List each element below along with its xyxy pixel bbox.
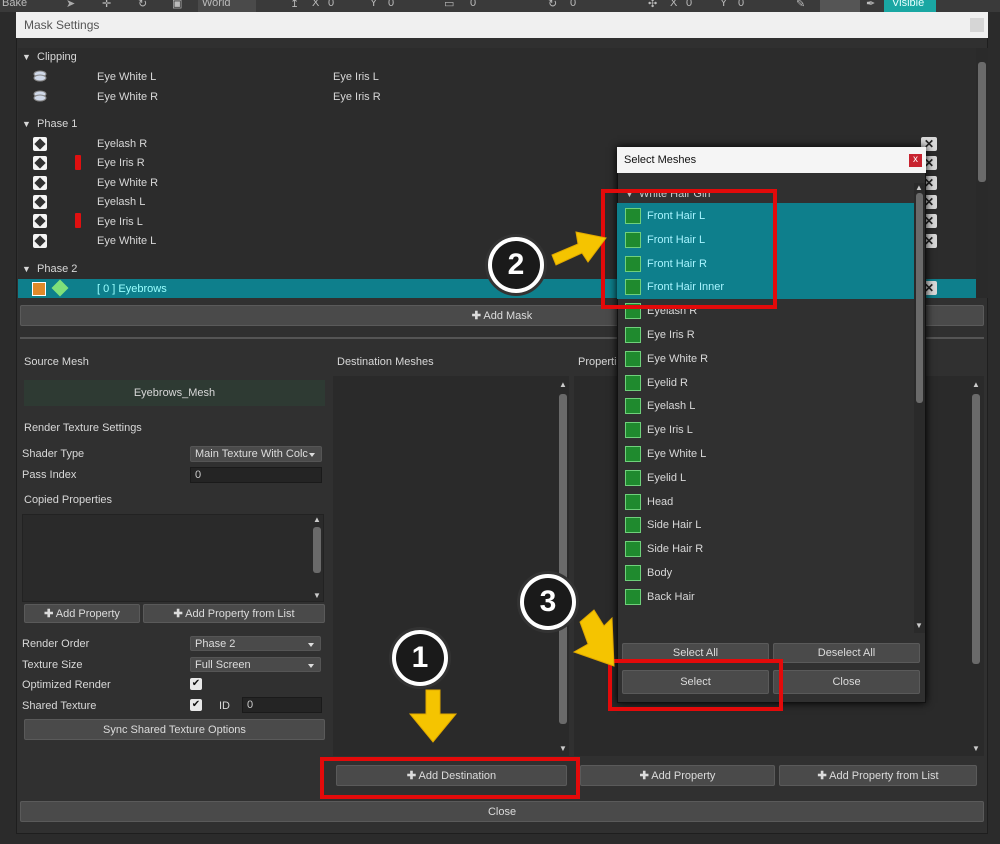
arrow-icon [551,231,607,266]
callout-2: 2 [485,234,547,296]
callout-1-number: 1 [396,634,444,682]
callout-1: 1 [389,627,451,689]
callout-2-number: 2 [492,241,540,289]
arrow-icon [572,609,615,667]
callout-3: 3 [517,571,579,633]
callout-arrows [408,231,615,743]
callout-3-number: 3 [524,578,572,626]
arrow-icon [408,689,458,743]
